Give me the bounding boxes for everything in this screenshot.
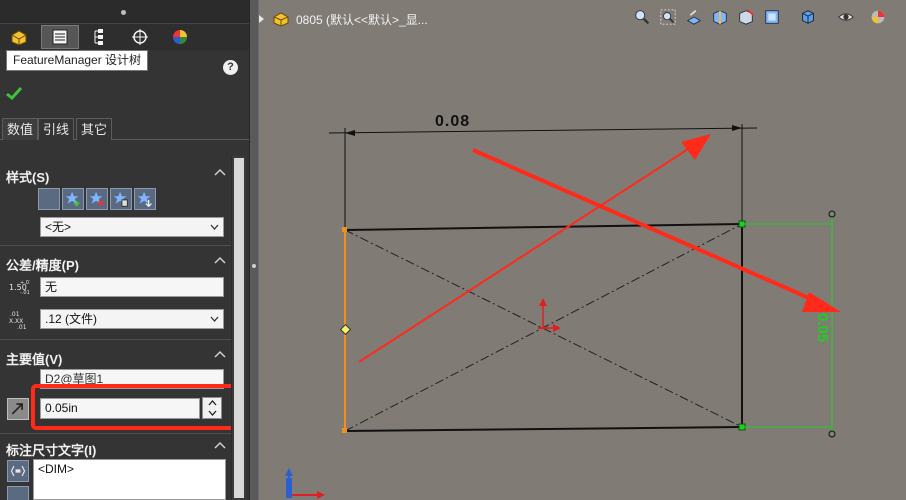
dimension-property-tabs: 数值 引线 其它 — [0, 118, 249, 140]
save-style-button[interactable] — [110, 188, 132, 210]
primary-value-section-header[interactable]: 主要值(V) — [0, 345, 231, 367]
center-dimension-button[interactable] — [7, 486, 29, 500]
chevron-down-icon — [210, 224, 219, 230]
rect-top-edge[interactable] — [344, 223, 743, 231]
sketch-origin-icon — [538, 298, 561, 332]
ok-checkmark-icon[interactable] — [6, 86, 22, 100]
dimension-text-area[interactable]: <DIM> — [33, 459, 226, 500]
property-manager-panel: FeatureManager 设计树 ? 数值 引线 其它 样式(S) <无> … — [0, 0, 249, 500]
dim-text-icon — [10, 465, 26, 477]
override-arrow-icon — [11, 403, 23, 415]
configuration-tree-icon — [94, 29, 103, 45]
star-delete-icon — [89, 191, 105, 207]
sketch-point[interactable] — [342, 227, 347, 232]
horizontal-dimension-value[interactable]: 0.08 — [435, 113, 470, 131]
svg-text:+.01: +.01 — [20, 280, 30, 286]
midpoint-icon[interactable] — [339, 323, 352, 336]
scrollbar-thumb[interactable] — [234, 158, 244, 498]
panel-grip[interactable] — [121, 10, 126, 15]
manager-tab-bar — [0, 24, 249, 50]
style-dropdown-value: <无> — [45, 220, 72, 234]
primary-value-section-title: 主要值(V) — [6, 352, 63, 367]
collapse-chevron-icon[interactable] — [214, 256, 226, 264]
tab-value[interactable]: 数值 — [2, 118, 39, 140]
precision-icon: .01 X.XX .01 — [8, 308, 30, 330]
tolerance-section-header[interactable]: 公差/精度(P) — [0, 251, 231, 273]
dimension-text-section-title: 标注尺寸文字(I) — [6, 443, 97, 458]
section-divider — [0, 433, 231, 434]
star-save-icon — [113, 191, 128, 207]
svg-text:.01: .01 — [17, 324, 27, 330]
load-style-button[interactable] — [134, 188, 156, 210]
splitter-handle-icon[interactable] — [252, 264, 256, 268]
svg-text:.01: .01 — [10, 311, 20, 318]
star-load-icon — [137, 191, 152, 208]
annotation-arrow — [358, 134, 711, 363]
appearance-ball-icon — [173, 30, 187, 44]
collapse-chevron-icon[interactable] — [214, 441, 226, 449]
add-style-button[interactable] — [62, 188, 84, 210]
tolerance-section-title: 公差/精度(P) — [6, 258, 79, 273]
tab-other[interactable]: 其它 — [76, 118, 113, 140]
panel-splitter[interactable] — [249, 0, 259, 500]
style-section-title: 样式(S) — [6, 170, 50, 185]
rect-bottom-edge[interactable] — [344, 426, 743, 432]
tab-leaders[interactable]: 引线 — [38, 118, 75, 140]
panel-header — [0, 0, 249, 24]
part-icon — [11, 30, 27, 46]
style-dropdown[interactable]: <无> — [40, 217, 224, 237]
panel-scrollbar[interactable] — [231, 156, 246, 500]
vertical-dimension-value[interactable]: 0.05 — [814, 313, 831, 342]
sketch-canvas[interactable] — [259, 0, 906, 500]
annotation-arrow — [472, 148, 841, 312]
featuremanager-tab[interactable] — [0, 25, 38, 49]
add-parentheses-button[interactable] — [7, 460, 29, 482]
style-section-header[interactable]: 样式(S) — [0, 163, 231, 185]
chevron-down-icon — [210, 316, 219, 322]
sketch-point[interactable] — [342, 428, 347, 433]
propertymanager-tab[interactable] — [41, 25, 79, 49]
dimxpert-tab[interactable] — [121, 25, 159, 49]
svg-text:-.01: -.01 — [20, 290, 30, 296]
tolerance-type-field[interactable]: 无 — [40, 277, 224, 297]
property-list-icon — [52, 29, 68, 45]
help-icon[interactable]: ? — [223, 60, 238, 75]
precision-dropdown[interactable]: .12 (文件) — [40, 309, 224, 329]
section-divider — [0, 339, 231, 340]
dimension-text-section-header[interactable]: 标注尺寸文字(I) — [0, 436, 231, 458]
tolerance-type-icon: 1.50+.01-.01 — [8, 276, 30, 298]
collapse-chevron-icon[interactable] — [214, 168, 226, 176]
crosshair-icon — [132, 29, 148, 45]
delete-style-button[interactable] — [86, 188, 108, 210]
display-manager-tab[interactable] — [161, 25, 199, 49]
apply-default-style-button[interactable] — [38, 188, 60, 210]
configurationmanager-tab[interactable] — [81, 25, 119, 49]
graphics-viewport[interactable]: 0805 (默认<<默认>_显... 0.08 0.05 — [259, 0, 906, 500]
highlight-annotation-box — [31, 384, 236, 430]
collapse-chevron-icon[interactable] — [214, 350, 226, 358]
star-plus-icon — [65, 191, 80, 207]
featuremanager-tooltip: FeatureManager 设计树 — [6, 50, 149, 71]
section-divider — [0, 245, 231, 246]
precision-dropdown-value: .12 (文件) — [45, 312, 98, 326]
override-value-button[interactable] — [7, 398, 29, 420]
view-triad-icon — [285, 468, 325, 499]
